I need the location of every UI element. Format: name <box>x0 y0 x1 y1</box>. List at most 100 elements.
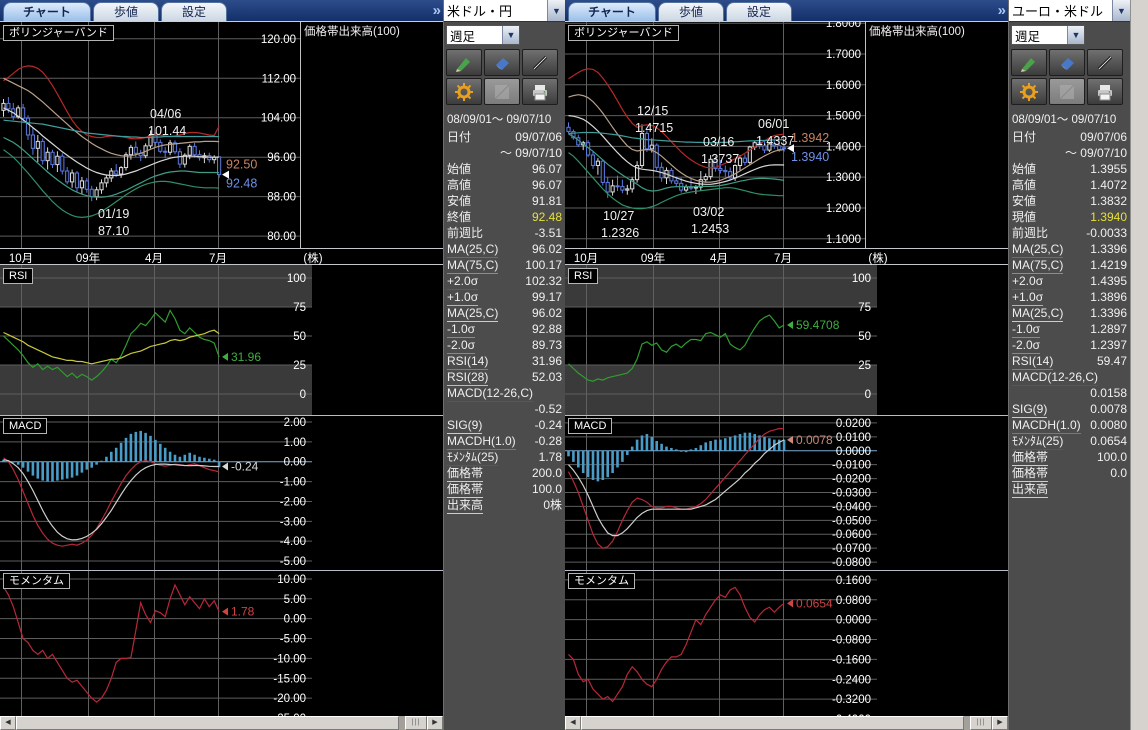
stat-label[interactable]: RSI(14) <box>1012 354 1053 370</box>
stat-label[interactable]: MACD(12-26,C) <box>1012 370 1098 386</box>
chart-pane[interactable]: 10.005.000.00-5.00-10.00-15.00-20.00-25.… <box>0 570 443 716</box>
y-axis-label: 5.00 <box>284 594 306 606</box>
stat-label[interactable]: 価格帯 <box>1012 450 1048 466</box>
tab-settings[interactable]: 設定 <box>161 2 227 21</box>
stat-label[interactable]: MACDH(1.0) <box>447 434 516 450</box>
stat-value: 96.07 <box>532 162 562 177</box>
blank-button[interactable] <box>484 78 520 105</box>
eraser-button[interactable] <box>484 49 520 76</box>
chart-pane[interactable]: 0.16000.08000.0000-0.0800-0.1600-0.2400-… <box>565 570 1008 716</box>
stat-value: 200.0 <box>532 466 562 481</box>
x-axis-label: (株) <box>303 250 322 266</box>
stat-label[interactable]: +2.0σ <box>1012 274 1043 290</box>
stat-value: -0.52 <box>535 402 562 417</box>
chart-pane[interactable]: 100755025031.96RSI <box>0 265 443 415</box>
chevron-down-icon[interactable]: ▼ <box>1067 26 1084 44</box>
chart-pane[interactable]: 0.02000.01000.0000-0.0100-0.0200-0.0300-… <box>565 415 1008 570</box>
scroll-left-button[interactable]: ◀ <box>0 716 16 730</box>
blank-button[interactable] <box>1049 78 1085 105</box>
currency-pair-select[interactable]: ユーロ・米ドル ▼ <box>1009 0 1130 22</box>
settings-button[interactable] <box>446 78 482 105</box>
stat-label[interactable]: 出来高 <box>1012 482 1048 498</box>
scrollbar-grip[interactable]: ||| <box>970 716 992 730</box>
stat-label[interactable]: MA(25,C) <box>447 306 498 322</box>
stat-label[interactable]: +1.0σ <box>1012 290 1043 306</box>
currency-pair-value: ユーロ・米ドル <box>1009 1 1112 20</box>
tab-tick[interactable]: 歩値 <box>658 2 724 21</box>
currency-pair-select[interactable]: 米ドル・円 ▼ <box>444 0 565 22</box>
period-select[interactable]: 週足 ▼ <box>1011 25 1085 45</box>
tab-settings[interactable]: 設定 <box>726 2 792 21</box>
stat-label[interactable]: -1.0σ <box>1012 322 1040 338</box>
chart-area-usdjpy[interactable]: 価格帯出来高(100)120.00112.00104.0096.0088.008… <box>0 22 443 716</box>
fast-forward-icon[interactable]: » <box>433 2 438 19</box>
chart-pane[interactable]: 100755025059.4708RSI <box>565 265 1008 415</box>
printer-icon <box>1095 82 1115 102</box>
stat-label[interactable]: MACD(12-26,C) <box>447 386 533 402</box>
tab-chart[interactable]: チャート <box>3 2 91 21</box>
chart-toolbar <box>444 47 565 107</box>
scroll-right-button[interactable]: ▶ <box>427 716 443 730</box>
draw-pencil-button[interactable] <box>446 49 482 76</box>
stat-label[interactable]: MA(75,C) <box>447 258 498 274</box>
stat-label[interactable]: SIG(9) <box>447 418 482 434</box>
period-select[interactable]: 週足 ▼ <box>446 25 520 45</box>
chart-pane[interactable]: 価格帯出来高(100)120.00112.00104.0096.0088.008… <box>0 22 443 248</box>
stat-label[interactable]: -2.0σ <box>1012 338 1040 354</box>
chart-annotation: 04/06 <box>150 107 181 121</box>
chevron-down-icon[interactable]: ▼ <box>502 26 519 44</box>
chevron-down-icon[interactable]: ▼ <box>547 0 565 21</box>
horizontal-scrollbar[interactable]: ◀ ||| ▶ <box>565 716 1008 730</box>
y-axis-label: 0.0800 <box>836 595 871 607</box>
stat-label[interactable]: 価格帯 <box>447 466 483 482</box>
scroll-left-button[interactable]: ◀ <box>565 716 581 730</box>
stat-row: MACDH(1.0)0.0080 <box>1009 418 1130 434</box>
fast-forward-icon[interactable]: » <box>998 2 1003 19</box>
stat-label[interactable]: 価格帯 <box>1012 466 1048 482</box>
stat-row: RSI(14)31.96 <box>444 354 565 370</box>
stat-label[interactable]: 出来高 <box>447 498 483 514</box>
tabbar-usdjpy: チャート 歩値 設定 » <box>0 0 443 22</box>
print-button[interactable] <box>522 78 558 105</box>
stat-label[interactable]: 価格帯 <box>447 482 483 498</box>
horizontal-scrollbar[interactable]: ◀ ||| ▶ <box>0 716 443 730</box>
y-axis-label: 10.00 <box>277 574 306 586</box>
stat-row: 安値1.3832 <box>1009 194 1130 210</box>
stat-label[interactable]: +1.0σ <box>447 290 478 306</box>
chart-pane[interactable]: 価格帯出来高(100)1.80001.70001.60001.50001.400… <box>565 22 1008 248</box>
trendline-button[interactable] <box>522 49 558 76</box>
chevron-down-icon[interactable]: ▼ <box>1112 0 1130 21</box>
stat-label[interactable]: SIG(9) <box>1012 402 1047 418</box>
scrollbar-thumb[interactable] <box>16 716 399 730</box>
stat-label[interactable]: -2.0σ <box>447 338 475 354</box>
stat-label[interactable]: MA(75,C) <box>1012 258 1063 274</box>
chart-pane[interactable]: 2.001.000.00-1.00-2.00-3.00-4.00-5.00-0.… <box>0 415 443 570</box>
stat-label[interactable]: -1.0σ <box>447 322 475 338</box>
stat-label[interactable]: MA(25,C) <box>1012 306 1063 322</box>
settings-button[interactable] <box>1011 78 1047 105</box>
stat-label[interactable]: ﾓﾒﾝﾀﾑ(25) <box>1012 434 1063 450</box>
scrollbar-grip[interactable]: ||| <box>405 716 427 730</box>
stat-label[interactable]: RSI(28) <box>447 370 488 386</box>
stat-label: 高値 <box>1012 178 1036 193</box>
stat-label[interactable]: ﾓﾒﾝﾀﾑ(25) <box>447 450 498 466</box>
eraser-button[interactable] <box>1049 49 1085 76</box>
draw-pencil-button[interactable] <box>1011 49 1047 76</box>
stat-label[interactable]: +2.0σ <box>447 274 478 290</box>
chart-area-eurusd[interactable]: 価格帯出来高(100)1.80001.70001.60001.50001.400… <box>565 22 1008 716</box>
scrollbar-thumb[interactable] <box>581 716 964 730</box>
stat-row: SIG(9)0.0078 <box>1009 402 1130 418</box>
y-axis-label: -0.0600 <box>832 529 871 541</box>
stat-label[interactable]: MA(25,C) <box>1012 242 1063 258</box>
tab-tick[interactable]: 歩値 <box>93 2 159 21</box>
stat-row: ﾓﾒﾝﾀﾑ(25)1.78 <box>444 450 565 466</box>
trendline-button[interactable] <box>1087 49 1123 76</box>
tab-chart[interactable]: チャート <box>568 2 656 21</box>
current-price-label: 92.48 <box>226 177 257 191</box>
stat-row: MA(75,C)1.4219 <box>1009 258 1130 274</box>
stat-label[interactable]: MACDH(1.0) <box>1012 418 1081 434</box>
stat-label[interactable]: MA(25,C) <box>447 242 498 258</box>
scroll-right-button[interactable]: ▶ <box>992 716 1008 730</box>
print-button[interactable] <box>1087 78 1123 105</box>
stat-label[interactable]: RSI(14) <box>447 354 488 370</box>
